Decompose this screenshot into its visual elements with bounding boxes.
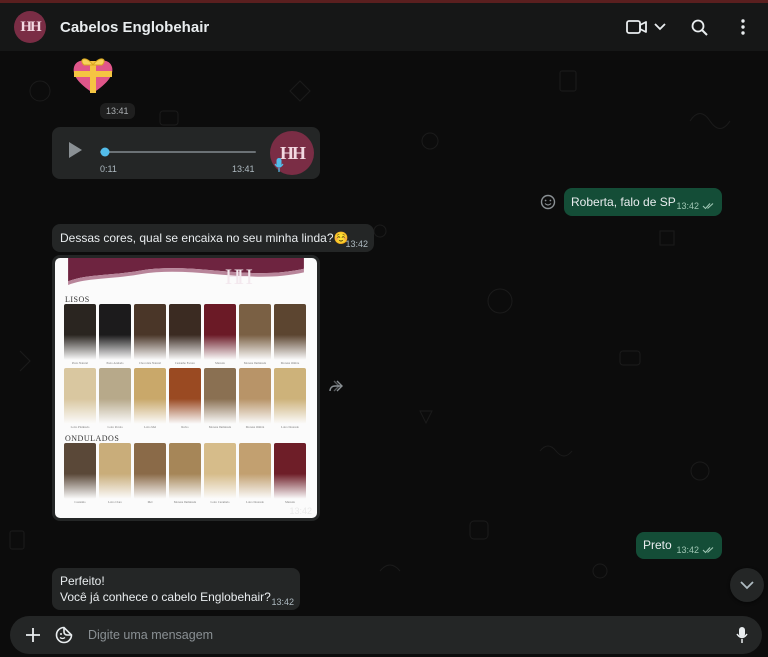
poster-header-wave (68, 258, 304, 285)
incoming-message[interactable]: Perfeito! Você já conhece o cabelo Englo… (52, 568, 300, 610)
chat-area[interactable]: 13:41 0:11 13:41 HH Roberta, falo de SP … (0, 51, 768, 613)
scroll-to-bottom-button[interactable] (730, 568, 764, 602)
hair-swatch (134, 443, 166, 499)
message-text: Roberta, falo de SP (571, 195, 676, 209)
hair-swatch (239, 443, 271, 499)
double-check-icon (702, 547, 714, 554)
message-meta: 13:42 (676, 201, 716, 211)
hair-swatch-caption: Loiro Dourado (246, 500, 264, 504)
reaction-emoji-icon[interactable] (540, 194, 556, 215)
hair-swatch (64, 304, 96, 360)
hair-swatch (169, 368, 201, 424)
hair-swatch-caption: Marsala (285, 500, 295, 504)
hair-swatch (134, 304, 166, 360)
hair-swatch-caption: Chocolate Natural (139, 361, 161, 365)
double-check-icon (702, 203, 714, 210)
hair-swatch-caption: Preto Natural (71, 361, 89, 365)
hair-swatch-caption: Morena Ombre (280, 361, 300, 365)
play-icon[interactable] (66, 140, 84, 165)
hair-swatch (239, 368, 271, 424)
hair-swatch (99, 368, 131, 424)
hair-swatch (204, 368, 236, 424)
composer-footer: Digite uma mensagem (0, 613, 768, 657)
hair-swatch-caption: Loiro Perola (107, 425, 123, 429)
attach-plus-icon[interactable] (24, 626, 42, 644)
audio-time: 13:41 (232, 164, 255, 174)
sticker-icon[interactable] (54, 625, 74, 645)
hair-swatch-caption: Castanho Escuro (174, 361, 196, 365)
message-line-2: Você já conhece o cabelo Englobehair? (60, 590, 271, 604)
message-text: Dessas cores, qual se encaixa no seu min… (60, 231, 349, 245)
menu-dots-icon[interactable] (730, 13, 756, 41)
hair-swatch-caption: Mel (147, 500, 153, 504)
hair-swatch (274, 443, 306, 499)
message-time: 13:42 (676, 201, 699, 211)
message-time: 13:42 (676, 545, 699, 555)
image-time: 13:42 (289, 506, 312, 516)
audio-elapsed: 0:11 (100, 164, 117, 174)
video-call-icon[interactable] (624, 13, 650, 41)
hair-swatch (99, 443, 131, 499)
hair-swatch-caption: Ruivo (181, 425, 189, 429)
hair-swatch (204, 443, 236, 499)
chat-header: HH Cabelos Englobehair (0, 3, 768, 51)
audio-progress-track[interactable] (100, 147, 256, 157)
hair-swatch (64, 368, 96, 424)
hair-swatch-caption: Marsala (215, 361, 225, 365)
hair-swatch (134, 368, 166, 424)
hair-swatch-caption: Loiro Claro (107, 500, 123, 504)
hair-swatch-caption: Loiro Caramelo (210, 500, 230, 504)
message-meta: 13:42 (676, 545, 716, 555)
poster-logo: HH (225, 264, 253, 289)
message-text: Preto (643, 538, 672, 552)
outgoing-message[interactable]: Roberta, falo de SP 13:42 (564, 188, 722, 216)
sticker-time: 13:41 (100, 103, 135, 119)
hair-swatch (99, 304, 131, 360)
section-ondulados: ONDULADOS (65, 434, 120, 443)
gift-heart-sticker[interactable] (70, 55, 116, 95)
chevron-down-icon[interactable] (652, 13, 668, 41)
microphone-icon[interactable] (736, 626, 748, 649)
hair-swatch-caption: Preto Azulado (106, 361, 124, 365)
hair-swatch (274, 368, 306, 424)
hair-swatch-caption: Loiro Platinado (70, 425, 90, 429)
contact-name[interactable]: Cabelos Englobehair (60, 19, 209, 36)
message-time: 13:42 (345, 239, 368, 249)
hair-swatch-caption: Loiro Mel (143, 425, 157, 429)
message-line-1: Perfeito! (60, 574, 105, 588)
hair-swatch (169, 304, 201, 360)
hair-swatch (169, 443, 201, 499)
hair-swatch (239, 304, 271, 360)
chevron-down-icon (740, 580, 754, 589)
incoming-message[interactable]: Dessas cores, qual se encaixa no seu min… (52, 224, 374, 252)
audio-message[interactable]: 0:11 13:41 HH (52, 127, 320, 179)
search-icon[interactable] (686, 13, 712, 41)
hair-swatch-caption: Morena Iluminada (173, 500, 197, 504)
message-input[interactable]: Digite uma mensagem (88, 628, 213, 642)
composer-bar: Digite uma mensagem (10, 616, 762, 654)
message-time: 13:42 (271, 597, 294, 607)
color-catalog-image[interactable]: HH LISOS ONDULADOS Preto Natural Preto Az… (55, 258, 317, 518)
hair-swatch-caption: Morena Iluminada (243, 361, 267, 365)
hair-swatch-caption: Loiro Dourado (281, 425, 299, 429)
contact-avatar[interactable]: HH (14, 11, 46, 43)
hair-swatch (204, 304, 236, 360)
forward-icon[interactable] (328, 379, 344, 398)
hair-swatch-caption: Morena Ombré (245, 425, 265, 429)
hair-swatch (274, 304, 306, 360)
image-message[interactable]: HH LISOS ONDULADOS Preto Natural Preto Az… (52, 255, 320, 521)
section-lisos: LISOS (65, 295, 90, 304)
hair-swatch-caption: Castanho (74, 500, 86, 504)
hair-swatch (64, 443, 96, 499)
outgoing-message[interactable]: Preto 13:42 (636, 532, 722, 559)
header-actions (624, 13, 756, 41)
mic-icon (274, 157, 284, 178)
hair-swatch-caption: Morena Iluminada (208, 425, 232, 429)
